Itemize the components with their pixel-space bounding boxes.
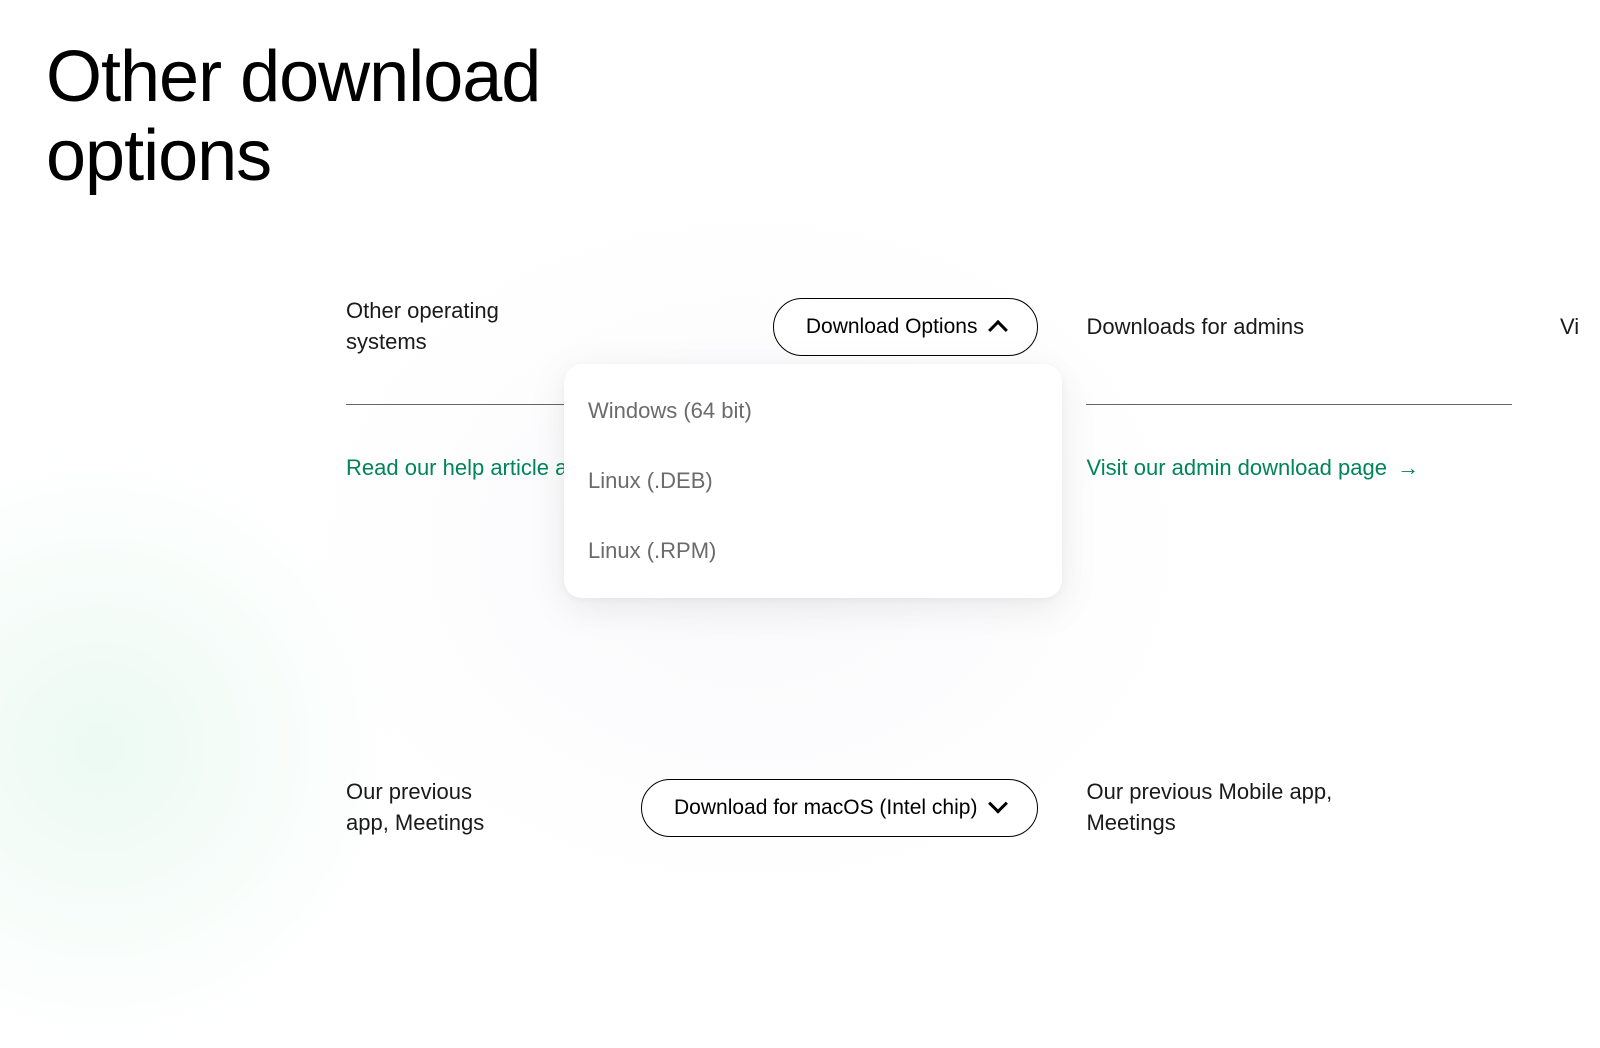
download-options-dropdown-button[interactable]: Download Options [773, 298, 1039, 356]
row-vdi-header: Vi [1560, 290, 1600, 364]
dropdown-item-windows[interactable]: Windows (64 bit) [564, 376, 1062, 446]
dropdown-item-linux-rpm[interactable]: Linux (.RPM) [564, 516, 1062, 586]
heading-admins: Downloads for admins [1086, 312, 1304, 343]
columns-container: Other operating systems Download Options… [346, 290, 1600, 845]
heading-vdi-partial: Vi [1560, 312, 1579, 343]
chevron-up-icon [989, 320, 1009, 340]
arrow-right-icon: → [1397, 455, 1419, 481]
page-title: Other download options [0, 0, 700, 196]
download-macos-intel-label: Download for macOS (Intel chip) [674, 796, 977, 820]
heading-os: Other operating systems [346, 296, 576, 358]
row-os-header: Other operating systems Download Options… [346, 290, 1038, 364]
chevron-down-icon [989, 794, 1009, 814]
row-previous-mobile: Our previous Mobile app, Meetings [1086, 771, 1512, 845]
column-vdi: Vi [1560, 290, 1600, 845]
dropdown-item-linux-deb[interactable]: Linux (.DEB) [564, 446, 1062, 516]
download-options-label: Download Options [806, 315, 978, 339]
column-operating-systems: Other operating systems Download Options… [346, 290, 1038, 845]
row-previous-app: Our previous app, Meetings Download for … [346, 771, 1038, 845]
heading-previous-app: Our previous app, Meetings [346, 777, 506, 839]
column-admins: Downloads for admins Visit our admin dow… [1086, 290, 1512, 845]
help-article-link[interactable]: Read our help article ab [346, 455, 580, 480]
divider-admins [1086, 404, 1512, 405]
background-glow-left [0, 448, 400, 1048]
link-row-admins: Visit our admin download page → [1086, 455, 1512, 481]
heading-previous-mobile: Our previous Mobile app, Meetings [1086, 777, 1386, 839]
content-area: Other operating systems Download Options… [346, 290, 1600, 845]
download-options-menu: Windows (64 bit) Linux (.DEB) Linux (.RP… [564, 364, 1062, 598]
row-admins-header: Downloads for admins [1086, 290, 1512, 364]
admin-download-link-text: Visit our admin download page [1086, 455, 1386, 480]
download-macos-intel-button[interactable]: Download for macOS (Intel chip) [641, 779, 1038, 837]
admin-download-link[interactable]: Visit our admin download page → [1086, 455, 1419, 480]
